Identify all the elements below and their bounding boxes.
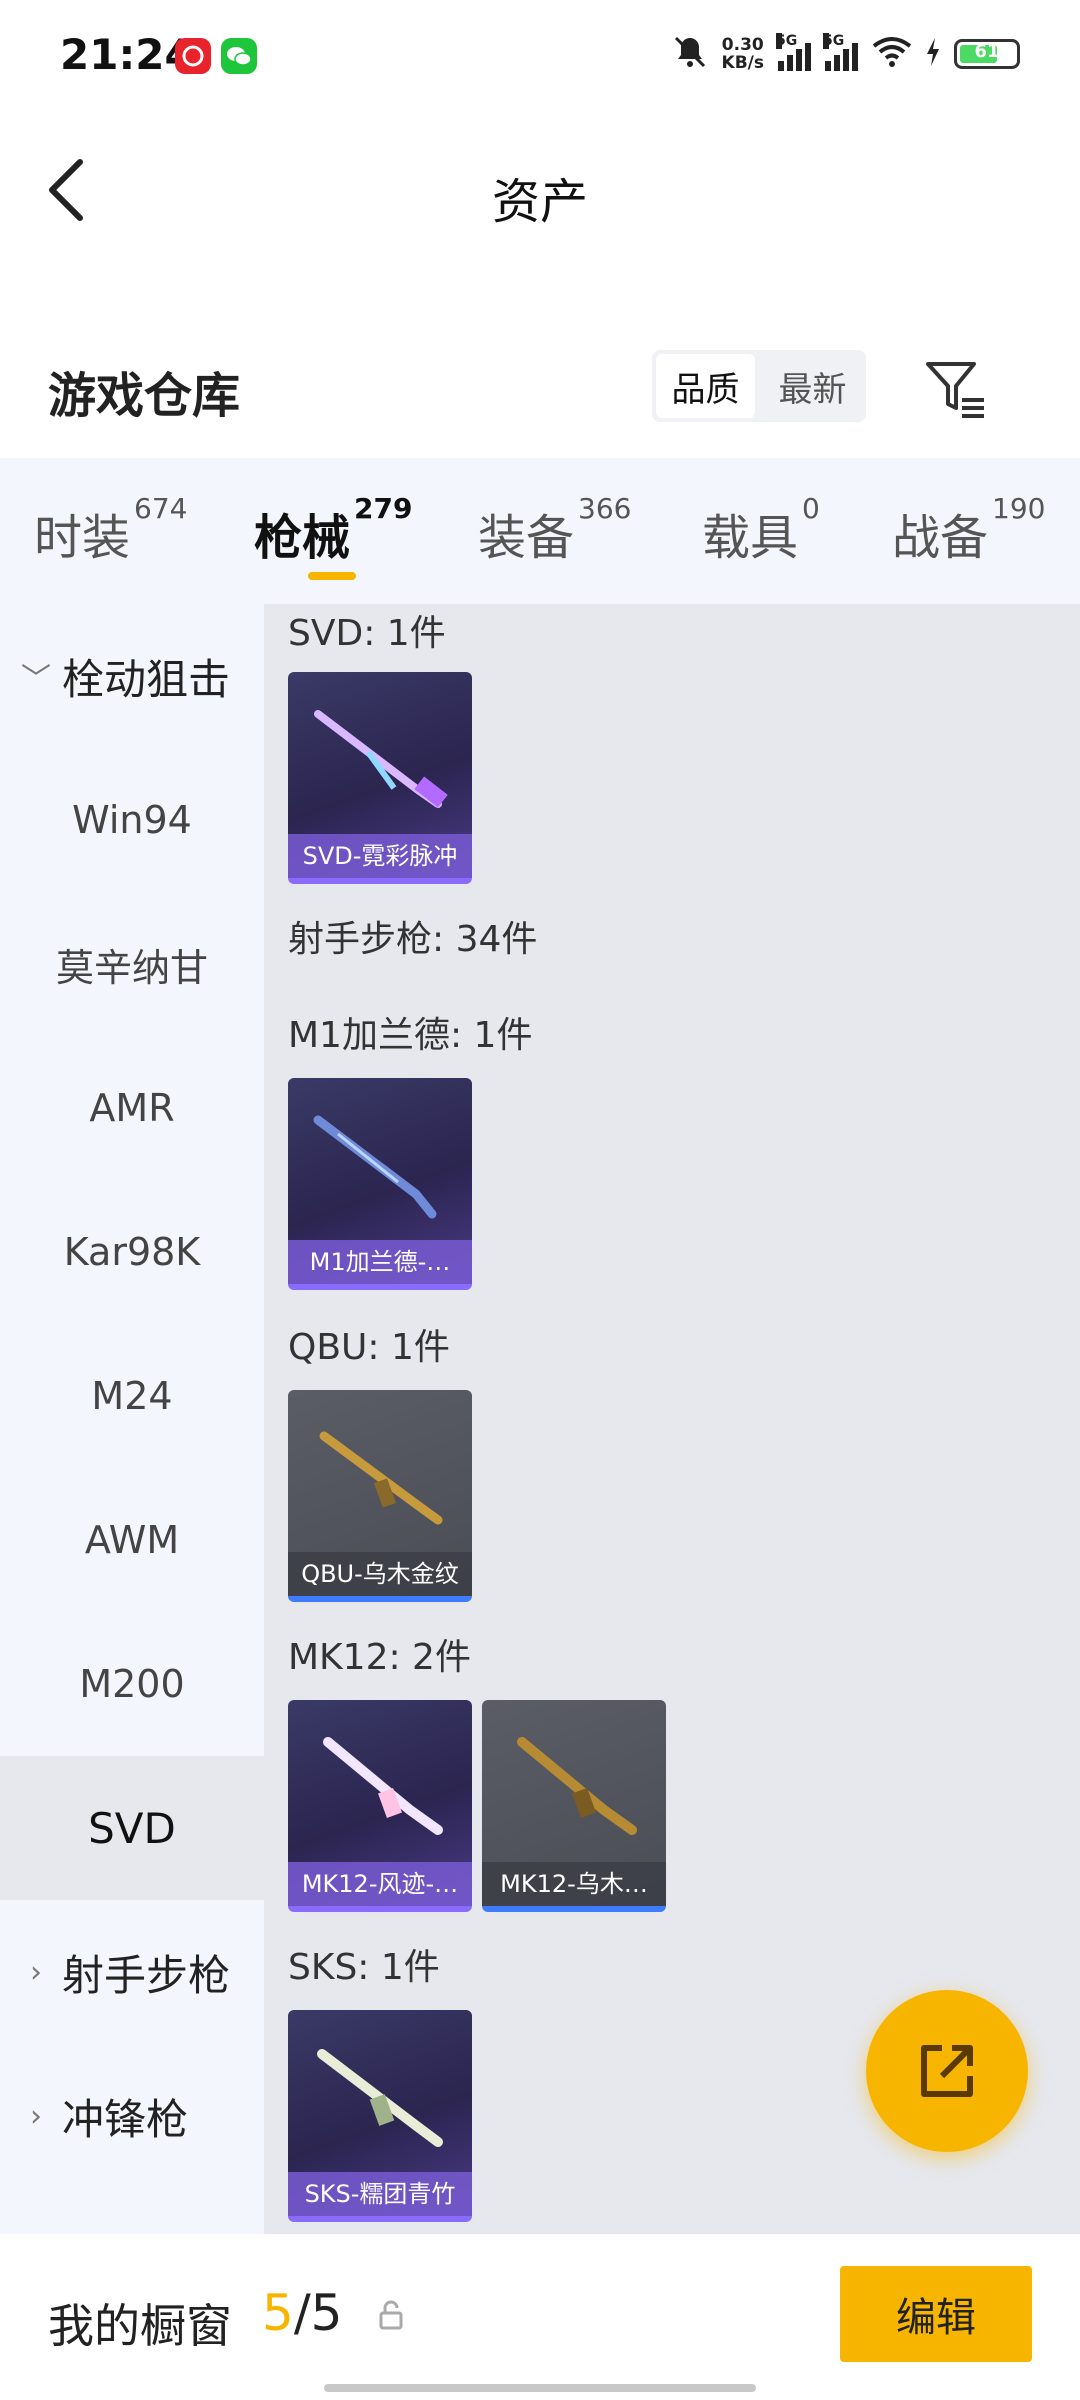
showcase-count: 5/5 — [262, 2284, 343, 2342]
sidebar-group-marksman[interactable]: › 射手步枪 — [0, 1900, 264, 2044]
weapon-card-m1[interactable]: M1加兰德-… — [288, 1078, 472, 1290]
page-title: 资产 — [491, 174, 588, 230]
signal-icon: 5G — [823, 33, 858, 71]
tab-equipment[interactable]: 装备366 — [478, 492, 631, 568]
tab-firearms[interactable]: 枪械279 — [254, 492, 412, 568]
sidebar-item-amr[interactable]: AMR — [0, 1036, 264, 1180]
rifle-icon — [319, 1431, 443, 1525]
warehouse-title: 游戏仓库 — [48, 368, 241, 424]
section-label-svd: SVD: 1件 — [288, 613, 446, 654]
mute-bell-icon — [672, 34, 708, 74]
tab-fashion[interactable]: 时装674 — [34, 492, 187, 568]
chevron-down-icon: ﹀ — [21, 662, 51, 697]
chevron-right-icon: › — [30, 1954, 42, 1990]
sidebar-item-win94[interactable]: Win94 — [0, 748, 264, 892]
filter-icon — [926, 362, 984, 418]
weapon-list: SVD: 1件 SVD-霓彩脉冲 射手步枪: 34件 M1加兰德: 1件 M1加… — [264, 604, 1080, 2234]
signal-icon: 5G — [776, 33, 811, 71]
showcase-label: 我的橱窗 — [48, 2299, 232, 2353]
sidebar-group-smg[interactable]: › 冲锋枪 — [0, 2044, 264, 2188]
sidebar-group-bolt-action[interactable]: ﹀ 栓动狙击 — [0, 604, 264, 748]
rifle-icon — [317, 2049, 443, 2147]
rifle-icon — [323, 1737, 443, 1835]
rifle-icon — [314, 710, 448, 808]
sidebar-item-svd[interactable]: SVD — [0, 1756, 264, 1900]
tab-tactical-gear[interactable]: 战备190 — [892, 492, 1045, 568]
share-button[interactable] — [866, 1990, 1028, 2152]
section-label-marksman: 射手步枪: 34件 — [288, 919, 538, 960]
sort-latest-button[interactable]: 最新 — [763, 354, 862, 418]
rifle-icon — [313, 1115, 437, 1219]
home-indicator[interactable] — [324, 2384, 756, 2392]
edit-button[interactable]: 编辑 — [840, 2266, 1032, 2362]
netease-music-icon — [175, 38, 211, 74]
section-label-mk12: MK12: 2件 — [288, 1637, 471, 1678]
category-tabs: 时装674 枪械279 装备366 载具0 战备190 — [0, 458, 1080, 604]
rifle-icon — [517, 1737, 637, 1835]
wifi-icon — [872, 36, 912, 72]
battery-icon: 61 — [954, 39, 1020, 69]
charging-icon — [926, 38, 940, 70]
sort-quality-button[interactable]: 品质 — [656, 354, 755, 418]
section-label-sks: SKS: 1件 — [288, 1947, 440, 1988]
weapon-card-sks[interactable]: SKS-糯团青竹 — [288, 2010, 472, 2222]
section-label-m1: M1加兰德: 1件 — [288, 1015, 533, 1056]
tab-indicator — [308, 572, 356, 580]
lock-icon — [379, 2300, 403, 2330]
sidebar-item-m24[interactable]: M24 — [0, 1324, 264, 1468]
weapon-card-mk12-1[interactable]: MK12-风迹-… — [288, 1700, 472, 1912]
sidebar-item-kar98k[interactable]: Kar98K — [0, 1180, 264, 1324]
section-label-qbu: QBU: 1件 — [288, 1327, 450, 1368]
net-speed: 0.30 KB/s — [721, 35, 764, 73]
tab-vehicles[interactable]: 载具0 — [702, 492, 820, 568]
sidebar-item-m200[interactable]: M200 — [0, 1612, 264, 1756]
weapon-sidebar: ﹀ 栓动狙击 Win94 莫辛纳甘 AMR Kar98K M24 AWM M20… — [0, 604, 264, 2234]
sidebar-item-awm[interactable]: AWM — [0, 1468, 264, 1612]
share-icon — [921, 2045, 973, 2097]
status-time: 21:24 — [60, 30, 194, 79]
sort-toggle: 品质 最新 — [652, 350, 866, 422]
wechat-icon — [221, 38, 257, 74]
weapon-card-mk12-2[interactable]: MK12-乌木… — [482, 1700, 666, 1912]
filter-button[interactable] — [922, 356, 988, 422]
showcase-bar: 我的橱窗 5/5 编辑 — [0, 2234, 1080, 2400]
status-bar: 21:24 0.30 KB/s 5G 5G 61 — [0, 0, 1080, 120]
weapon-card-qbu[interactable]: QBU-乌木金纹 — [288, 1390, 472, 1602]
chevron-right-icon: › — [30, 2098, 42, 2134]
sidebar-item-mosin[interactable]: 莫辛纳甘 — [0, 892, 264, 1036]
weapon-card-svd[interactable]: SVD-霓彩脉冲 — [288, 672, 472, 884]
